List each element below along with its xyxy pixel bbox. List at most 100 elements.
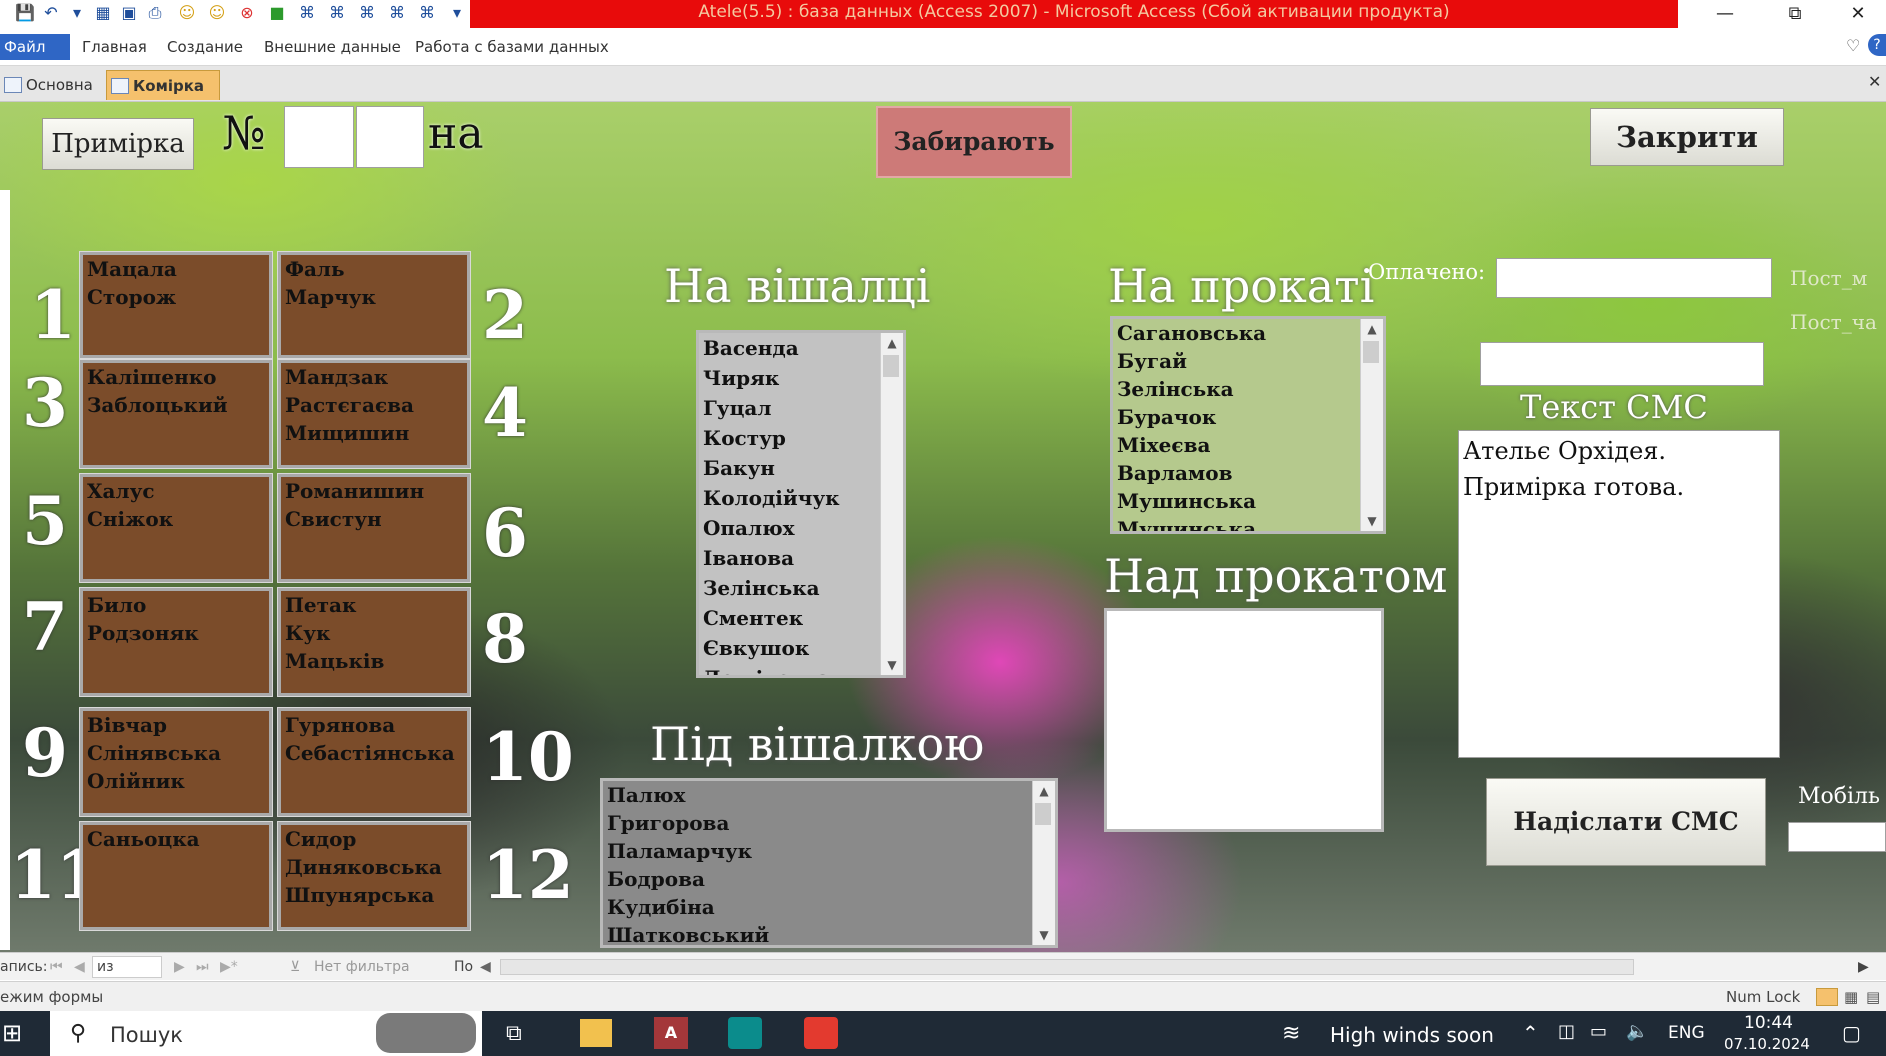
cell-9[interactable]: Вівчар Слінявська Олійник	[80, 708, 272, 816]
list-item[interactable]: Євкушок	[699, 633, 903, 663]
scrollbar[interactable]: ▲ ▼	[880, 333, 903, 675]
list-item[interactable]: Варламов	[1113, 459, 1383, 487]
tab-komirka[interactable]: Комірка	[106, 70, 220, 100]
list-item[interactable]: Бодрова	[603, 865, 1055, 893]
cell-1[interactable]: Мацала Сторож	[80, 252, 272, 358]
restore-button[interactable]: ⧉	[1760, 0, 1830, 28]
scroll-thumb[interactable]	[1363, 341, 1379, 363]
cell-7[interactable]: Било Родзоняк	[80, 588, 272, 696]
chevron-down-icon[interactable]: ▼	[1361, 511, 1383, 531]
filter-status[interactable]: Нет фильтра	[314, 953, 410, 981]
tab-home[interactable]: Главная	[82, 34, 147, 60]
list-item[interactable]: Палюх	[603, 781, 1055, 809]
chevron-down-icon[interactable]: ▼	[1033, 925, 1055, 945]
list-item[interactable]: Паламарчук	[603, 837, 1055, 865]
list-item[interactable]: Григорова	[603, 809, 1055, 837]
cell-11[interactable]: Саньоцка	[80, 822, 272, 930]
list-item[interactable]: Чиряк	[699, 363, 903, 393]
clock-time[interactable]: 10:44	[1744, 1013, 1793, 1033]
post-input[interactable]	[1480, 342, 1764, 386]
chevron-up-icon[interactable]: ▲	[1033, 781, 1055, 801]
number-input-1[interactable]	[284, 106, 354, 168]
cell-6[interactable]: Романишин Свистун	[278, 474, 470, 582]
show-hidden-icons-icon[interactable]: ⌃	[1522, 1021, 1539, 1045]
oplacheno-input[interactable]	[1496, 258, 1772, 298]
error-icon[interactable]: ⊗	[236, 2, 258, 24]
scroll-thumb[interactable]	[1035, 803, 1051, 825]
tree-icon[interactable]: ⌘	[326, 2, 348, 24]
windows-start-icon[interactable]: ⊞	[2, 1019, 22, 1047]
pid-vishalkoyu-list[interactable]: Палюх Григорова Паламарчук Бодрова Кудиб…	[600, 778, 1058, 948]
list-item[interactable]: Колодійчук	[699, 483, 903, 513]
na-prokati-list[interactable]: Сагановська Бугай Зелінська Бурачок Міхе…	[1110, 316, 1386, 534]
sms-text-area[interactable]: Ательє Орхідея. Примірка готова.	[1458, 430, 1780, 758]
send-sms-button[interactable]: Надіслати СМС	[1486, 778, 1766, 866]
list-item[interactable]: Костур	[699, 423, 903, 453]
scrollbar[interactable]: ▲ ▼	[1360, 319, 1383, 531]
tab-create[interactable]: Создание	[167, 34, 243, 60]
last-record-button[interactable]: ⏭	[196, 953, 209, 981]
prev-record-button[interactable]: ◀	[74, 953, 85, 981]
smiley-icon[interactable]: ☺	[206, 2, 228, 24]
task-view-icon[interactable]: ⧉	[506, 1021, 522, 1046]
list-item[interactable]: Кудибіна	[603, 893, 1055, 921]
scroll-right-icon[interactable]: ▶	[1858, 953, 1869, 981]
help-icon[interactable]: ?	[1868, 34, 1886, 56]
save-icon[interactable]: 💾	[14, 2, 36, 24]
cell-3[interactable]: Калішенко Заблоцький	[80, 360, 272, 468]
chevron-down-icon[interactable]: ▼	[881, 655, 903, 675]
tab-osnovna[interactable]: Основна	[0, 70, 100, 100]
weather-text[interactable]: High winds soon	[1330, 1023, 1494, 1047]
datasheet-view-icon[interactable]: ▦	[1844, 982, 1858, 1012]
na-vishalci-list[interactable]: Васенда Чиряк Гуцал Костур Бакун Колодій…	[696, 330, 906, 678]
tree-icon[interactable]: ⌘	[416, 2, 438, 24]
horizontal-scrollbar[interactable]	[500, 959, 1634, 975]
app-icon[interactable]	[804, 1017, 838, 1049]
minimize-button[interactable]: —	[1690, 0, 1760, 28]
layout-view-icon[interactable]: ▤	[1866, 982, 1880, 1012]
tree-icon[interactable]: ⌘	[296, 2, 318, 24]
tree-icon[interactable]: ⌘	[356, 2, 378, 24]
cell-10[interactable]: Гурянова Себастіянська	[278, 708, 470, 816]
network-icon[interactable]: ▭	[1590, 1021, 1607, 1042]
new-record-button[interactable]: ▶*	[220, 953, 238, 981]
filter-icon[interactable]: ⊻	[290, 953, 300, 981]
first-record-button[interactable]: ⏮	[50, 953, 63, 981]
smiley-icon[interactable]: ☺	[176, 2, 198, 24]
print-icon[interactable]: ⎙	[144, 2, 166, 24]
list-item[interactable]: Мушинська	[1113, 487, 1383, 515]
chevron-up-icon[interactable]: ▲	[1361, 319, 1383, 339]
form-icon[interactable]: ▦	[92, 2, 114, 24]
close-window-button[interactable]: ✕	[1830, 0, 1886, 28]
list-item[interactable]: Бакун	[699, 453, 903, 483]
collapse-ribbon-icon[interactable]: ♡	[1846, 36, 1860, 55]
file-tab[interactable]: Файл	[0, 34, 70, 60]
language-indicator[interactable]: ENG	[1668, 1023, 1705, 1043]
cell-8[interactable]: Петак Кук Мацьків	[278, 588, 470, 696]
green-square-icon[interactable]: ■	[266, 2, 288, 24]
scrollbar[interactable]: ▲ ▼	[1032, 781, 1055, 945]
list-item[interactable]: Гуцал	[699, 393, 903, 423]
close-form-button[interactable]: Закрити	[1590, 108, 1784, 166]
list-item[interactable]: Сагановська	[1113, 319, 1383, 347]
list-item[interactable]: Опалюх	[699, 513, 903, 543]
app-icon[interactable]	[728, 1017, 762, 1049]
record-number-input[interactable]: из	[92, 956, 162, 978]
cell-5[interactable]: Халус Сніжок	[80, 474, 272, 582]
undo-icon[interactable]: ↶	[40, 2, 62, 24]
tree-icon[interactable]: ⌘	[386, 2, 408, 24]
list-item[interactable]: Зелінська	[699, 573, 903, 603]
chevron-up-icon[interactable]: ▲	[881, 333, 903, 353]
primirka-button[interactable]: Примірка	[42, 118, 194, 170]
search-box[interactable]: По	[454, 953, 473, 981]
list-item[interactable]: Міхеєва	[1113, 431, 1383, 459]
cell-12[interactable]: Сидор Диняковська Шпунярська	[278, 822, 470, 930]
taskbar-search-placeholder[interactable]: Пошук	[110, 1023, 183, 1047]
camera-icon[interactable]: ◫	[1558, 1021, 1575, 1042]
number-input-2[interactable]	[356, 106, 424, 168]
dropdown-icon[interactable]: ▾	[66, 2, 88, 24]
mobile-input[interactable]	[1788, 822, 1886, 852]
zabyrayut-button[interactable]: Забирають	[876, 106, 1072, 178]
notifications-icon[interactable]: ▢	[1842, 1021, 1861, 1045]
list-item[interactable]: Іванова	[699, 543, 903, 573]
